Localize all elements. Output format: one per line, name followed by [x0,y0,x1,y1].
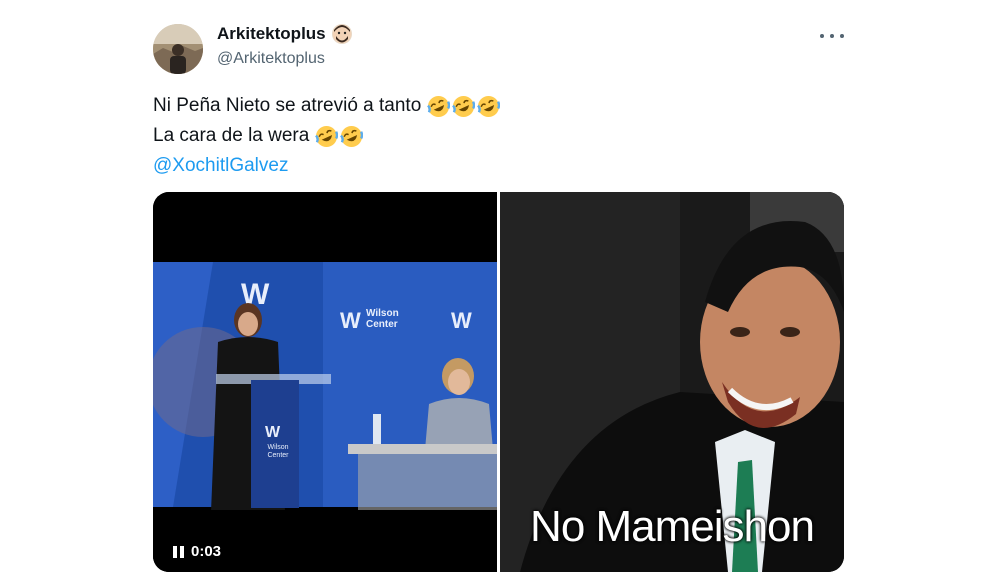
backdrop-sign: Wilson Center [366,308,399,330]
rofl-emoji-icon [340,125,364,147]
dot [840,34,844,38]
meme-caption: No Mameishon [530,502,815,551]
meme-image[interactable]: No Mameishon [500,192,844,572]
tweet-card: Arkitektoplus @Arkitektoplus Ni Peña Nie… [0,0,1004,572]
video-player[interactable]: W W W W Wilson Center Wilson Center 0:03 [153,192,497,572]
more-options-icon[interactable] [820,30,844,42]
tweet-text-line-2-text: La cara de la wera [153,125,310,146]
mention-link[interactable]: @XochitlGalvez [153,151,288,181]
rofl-emoji-icon [315,125,339,147]
media-grid: W W W W Wilson Center Wilson Center 0:03… [153,192,844,572]
svg-text:W: W [265,424,281,441]
man-face-emoji-icon [331,24,352,44]
rofl-emoji-icon [452,95,476,117]
author-handle[interactable]: @Arkitektoplus [217,50,325,68]
rofl-emoji-icon [427,95,451,117]
author-name-row[interactable]: Arkitektoplus [217,24,352,44]
dot [830,34,834,38]
emoji-group [427,95,501,118]
tweet-text-line-2: La cara de la wera [153,121,500,151]
video-frame: W W W W [153,192,497,572]
avatar[interactable] [153,24,203,74]
tweet-text-line-1-text: Ni Peña Nieto se atrevió a tanto [153,95,422,116]
svg-text:W: W [340,308,361,333]
rofl-emoji-icon [477,95,501,117]
video-duration-badge: 0:03 [173,543,221,560]
emoji-group [315,125,364,148]
dot [820,34,824,38]
author-name[interactable]: Arkitektoplus [217,24,326,44]
pause-icon[interactable] [173,545,184,558]
video-duration: 0:03 [191,543,222,560]
podium-sign: Wilson Center [267,444,289,459]
tweet-text-line-1: Ni Peña Nieto se atrevió a tanto [153,91,501,121]
tweet-text-line-3: @XochitlGalvez [153,151,500,181]
tweet-text: Ni Peña Nieto se atrevió a tanto La cara… [153,91,501,181]
svg-text:W: W [451,308,472,333]
